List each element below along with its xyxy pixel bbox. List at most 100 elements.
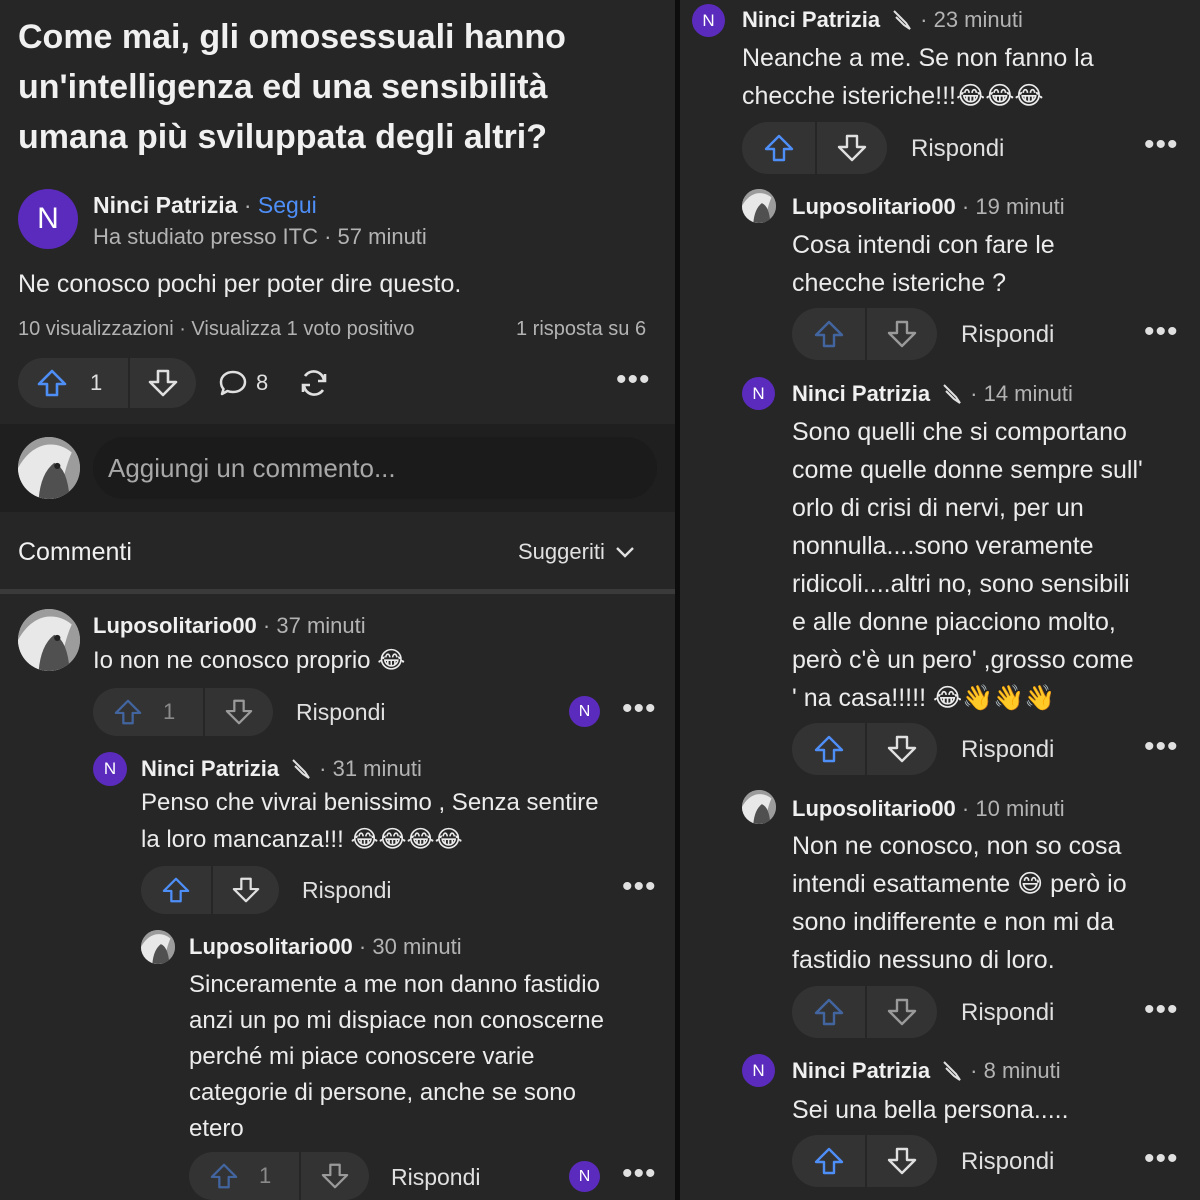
downvote-button[interactable] — [205, 698, 273, 726]
question-title[interactable]: Come mai, gli omosessuali hanno un'intel… — [18, 12, 658, 162]
comment-vote-pill — [141, 866, 279, 914]
downvote-icon — [886, 1146, 918, 1176]
upvote-count: 1 — [90, 370, 103, 395]
comment-text-line: checche isteriche ? — [792, 269, 1007, 297]
comment-text: Sinceramente a me non danno fastidio anz… — [189, 967, 604, 1147]
downvote-icon — [320, 1162, 350, 1190]
author-avatar[interactable]: N — [18, 189, 78, 249]
downvote-button[interactable] — [867, 997, 937, 1027]
downvote-button[interactable] — [867, 734, 937, 764]
comment-text-line: la loro mancanza!!! 😂😂😂😂 — [141, 826, 463, 853]
upvote-button[interactable]: 1 — [18, 368, 128, 398]
comment-text-line: Sei una bella persona..... — [792, 1096, 1069, 1124]
downvote-icon — [836, 133, 868, 163]
comment-text: Cosa intendi con fare le checche isteric… — [792, 226, 1055, 302]
commenter-avatar[interactable] — [742, 189, 776, 223]
comment-button[interactable]: 8 — [218, 368, 268, 398]
comment-text-line: Sinceramente a me non danno fastidio — [189, 971, 600, 998]
comment-text-line: orlo di crisi di nervi, per un — [792, 494, 1084, 522]
moderator-icon — [940, 1060, 964, 1082]
upvote-button[interactable] — [792, 1146, 865, 1176]
upvote-button[interactable] — [792, 319, 865, 349]
upvote-icon — [763, 133, 795, 163]
moderator-icon — [289, 758, 313, 780]
downvote-button[interactable] — [867, 1146, 937, 1176]
more-icon[interactable]: ••• — [1144, 732, 1179, 762]
comment-text-line: Cosa intendi con fare le — [792, 231, 1055, 259]
comment-author[interactable]: Luposolitario00 — [792, 194, 956, 219]
comment-text-line: perché mi piace conoscere varie — [189, 1043, 535, 1070]
downvote-icon — [886, 319, 918, 349]
moderator-icon — [940, 383, 964, 405]
sort-dropdown[interactable]: Suggeriti — [518, 539, 635, 565]
comment-author[interactable]: Ninci Patrizia — [141, 756, 279, 782]
divider — [0, 589, 675, 594]
commenter-avatar[interactable] — [742, 790, 776, 824]
upvote-icon — [113, 698, 143, 726]
comment-author[interactable]: Ninci Patrizia — [792, 1058, 930, 1084]
more-icon[interactable]: ••• — [622, 872, 657, 902]
reply-button[interactable]: Rispondi — [391, 1164, 481, 1191]
replier-avatar[interactable]: N — [569, 696, 600, 727]
answer-text: Ne conosco pochi per poter dire questo. — [18, 270, 462, 298]
comment-author[interactable]: Luposolitario00 — [93, 613, 257, 638]
comment-text-line: anzi un po mi dispiace non conoscerne — [189, 1007, 604, 1034]
comment-header: Ninci Patrizia · 8 minuti — [792, 1058, 1061, 1084]
upvote-button[interactable] — [792, 997, 865, 1027]
comment-author[interactable]: Ninci Patrizia — [742, 7, 880, 33]
comment-time: · 30 minuti — [358, 934, 462, 959]
commenter-avatar[interactable]: N — [93, 752, 127, 786]
reply-button[interactable]: Rispondi — [961, 736, 1054, 764]
upvote-button[interactable] — [792, 734, 865, 764]
comment-text-line: Non ne conosco, non so cosa — [792, 832, 1122, 860]
downvote-button[interactable] — [301, 1162, 369, 1190]
reply-button[interactable]: Rispondi — [961, 1148, 1054, 1176]
commenter-avatar[interactable]: N — [742, 377, 775, 410]
downvote-button[interactable] — [867, 319, 937, 349]
downvote-button[interactable] — [817, 133, 887, 163]
more-icon[interactable]: ••• — [622, 694, 657, 724]
more-icon[interactable]: ••• — [1144, 317, 1179, 347]
comment-count: 8 — [256, 370, 269, 395]
commenter-avatar[interactable] — [18, 609, 80, 671]
downvote-button[interactable] — [213, 876, 279, 904]
more-icon[interactable]: ••• — [616, 365, 651, 395]
comment-author[interactable]: Luposolitario00 — [792, 796, 956, 821]
upvote-button[interactable]: 1 — [189, 1162, 299, 1190]
answer-stats[interactable]: 10 visualizzazioni · Visualizza 1 voto p… — [18, 318, 415, 341]
replier-avatar[interactable]: N — [569, 1161, 600, 1192]
comment-author[interactable]: Ninci Patrizia — [792, 381, 930, 407]
comment-text-line: come quelle donne sempre sull' — [792, 456, 1143, 484]
commenter-avatar[interactable]: N — [692, 4, 725, 37]
reply-button[interactable]: Rispondi — [961, 999, 1054, 1027]
author-name[interactable]: Ninci Patrizia — [93, 192, 237, 218]
upvote-button[interactable]: 1 — [93, 698, 203, 726]
answer-header: Ninci Patrizia · Segui — [93, 192, 317, 219]
comment-header: Luposolitario00 · 10 minuti — [792, 796, 1065, 822]
more-icon[interactable]: ••• — [622, 1159, 657, 1189]
comment-time: · 23 minuti — [920, 7, 1023, 32]
more-icon[interactable]: ••• — [1144, 995, 1179, 1025]
reply-button[interactable]: Rispondi — [302, 877, 392, 904]
reply-button[interactable]: Rispondi — [961, 321, 1054, 349]
commenter-avatar[interactable] — [141, 930, 175, 964]
user-avatar[interactable] — [18, 437, 80, 499]
reply-button[interactable]: Rispondi — [296, 699, 386, 726]
reply-button[interactable]: Rispondi — [911, 135, 1004, 163]
more-icon[interactable]: ••• — [1144, 1144, 1179, 1174]
upvote-button[interactable] — [742, 133, 815, 163]
more-icon[interactable]: ••• — [1144, 130, 1179, 160]
downvote-button[interactable] — [130, 368, 196, 398]
comment-author[interactable]: Luposolitario00 — [189, 934, 353, 959]
comment-header: Ninci Patrizia · 23 minuti — [742, 7, 1023, 33]
commenter-avatar[interactable]: N — [742, 1054, 775, 1087]
comment-icon — [218, 368, 248, 398]
upvote-button[interactable] — [141, 876, 211, 904]
upvote-icon — [813, 1146, 845, 1176]
add-comment-input[interactable]: Aggiungi un commento... — [93, 437, 657, 499]
follow-button[interactable]: Segui — [258, 192, 317, 218]
comment-time: · 14 minuti — [970, 381, 1073, 406]
comment-text-line: intendi esattamente 😅 però io — [792, 870, 1127, 898]
share-button[interactable] — [298, 367, 330, 404]
comment-vote-pill — [742, 122, 887, 174]
